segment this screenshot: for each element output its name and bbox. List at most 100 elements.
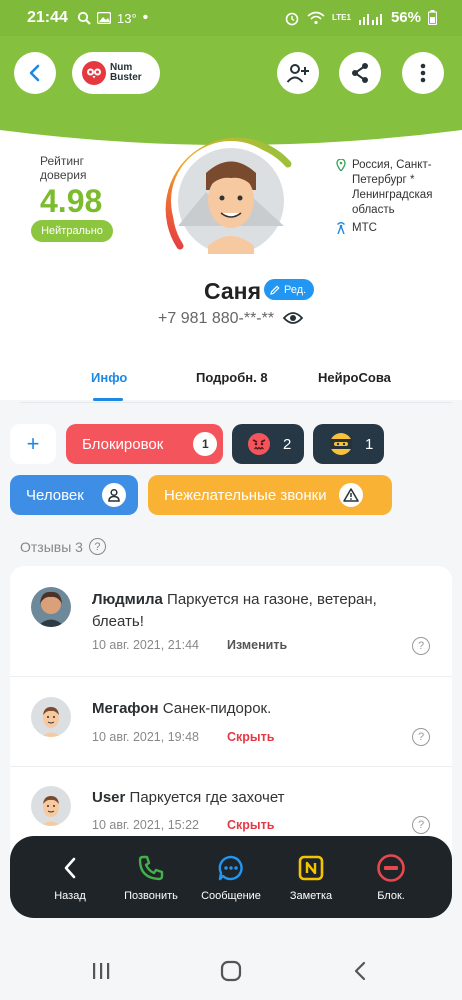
rating-status-badge: Нейтрально <box>31 220 113 242</box>
temperature-text: 13° <box>117 10 137 26</box>
more-menu-button[interactable] <box>402 52 444 94</box>
wifi-icon <box>307 11 325 24</box>
review-edit-button[interactable]: Изменить <box>227 638 287 652</box>
review-author: User <box>92 789 126 806</box>
reviews-list: Людмила Паркуется на газоне, ветеран, бл… <box>10 566 452 866</box>
call-action-label: Позвонить <box>124 890 178 902</box>
blocks-label: Блокировок <box>82 435 164 453</box>
alarm-icon <box>285 12 299 25</box>
review-help-icon[interactable]: ? <box>412 816 430 834</box>
reviews-title: Отзывы 3 ? <box>20 538 106 555</box>
owl-logo-icon <box>82 61 106 85</box>
review-avatar-default <box>31 786 71 826</box>
block-action-label: Блок. <box>377 890 405 902</box>
review-text: Паркуется где захочет <box>129 789 285 806</box>
add-person-icon <box>286 64 309 83</box>
image-icon <box>97 12 111 24</box>
message-action-label: Сообщение <box>201 890 261 902</box>
profile-tabs: Инфо Подробн. 8 НейроСова <box>0 364 462 404</box>
unwanted-calls-chip[interactable]: Нежелательные звонки <box>148 475 392 515</box>
message-action-button[interactable]: Сообщение <box>187 836 275 918</box>
review-author: Мегафон <box>92 700 159 717</box>
network-label: LTE1 <box>332 13 351 22</box>
review-item: Людмила Паркуется на газоне, ветеран, бл… <box>10 566 452 676</box>
review-date: 10 авг. 2021, 15:22 <box>92 818 199 832</box>
phone-icon <box>138 855 164 881</box>
recent-apps-icon[interactable] <box>91 961 111 981</box>
tab-info[interactable]: Инфо <box>91 370 127 385</box>
call-action-button[interactable]: Позвонить <box>107 836 195 918</box>
blocks-chip[interactable]: Блокировок 1 <box>66 424 223 464</box>
tab-neurosova[interactable]: НейроСова <box>318 370 391 385</box>
eye-icon <box>282 312 304 324</box>
note-action-label: Заметка <box>289 890 333 902</box>
operator-text: МТС <box>352 222 377 234</box>
search-icon <box>77 11 91 25</box>
numbuster-logo[interactable]: Num Buster <box>72 52 160 94</box>
antenna-icon <box>337 222 345 234</box>
review-avatar-photo <box>31 587 71 627</box>
bottom-action-bar: Назад Позвонить Сообщение Заметка Блок. <box>10 836 452 918</box>
back-button[interactable] <box>14 52 56 94</box>
share-button[interactable] <box>339 52 381 94</box>
blocks-count: 1 <box>193 432 218 456</box>
review-date: 10 авг. 2021, 21:44 <box>92 638 199 652</box>
ninja-count: 1 <box>365 435 374 453</box>
location-pin-icon <box>336 159 346 171</box>
review-help-icon[interactable]: ? <box>412 637 430 655</box>
location-info: Россия, Санкт-Петербург * Ленинградская … <box>336 158 456 218</box>
rating-label: Рейтинг доверия <box>40 154 87 182</box>
battery-icon <box>428 10 437 25</box>
tab-divider <box>20 402 452 403</box>
tab-details[interactable]: Подробн. 8 <box>196 370 268 385</box>
review-help-icon[interactable]: ? <box>412 728 430 746</box>
review-text: Санек-пидорок. <box>162 700 272 717</box>
back-action-label: Назад <box>54 890 86 902</box>
person-label: Человек <box>26 486 84 504</box>
review-author: Людмила <box>92 591 163 608</box>
operator-info: МТС <box>336 222 377 234</box>
plus-icon: + <box>26 431 40 456</box>
review-avatar-default <box>31 697 71 737</box>
signal-icon <box>358 13 382 25</box>
angry-face-icon <box>248 433 270 455</box>
warning-icon <box>338 483 363 507</box>
angry-reactions-chip[interactable]: 2 <box>232 424 304 464</box>
ninja-reactions-chip[interactable]: 1 <box>313 424 384 464</box>
review-hide-button[interactable]: Скрыть <box>227 818 274 832</box>
add-contact-button[interactable] <box>277 52 319 94</box>
profile-avatar[interactable] <box>158 128 304 274</box>
show-number-button[interactable] <box>282 310 304 331</box>
unwanted-label: Нежелательные звонки <box>164 486 327 504</box>
chevron-left-icon <box>29 64 40 82</box>
note-action-button[interactable]: Заметка <box>267 836 355 918</box>
block-icon <box>377 854 405 882</box>
question-icon[interactable]: ? <box>88 538 106 555</box>
chevron-left-icon <box>64 857 76 879</box>
notification-dot-icon: • <box>142 9 149 26</box>
pencil-icon <box>270 284 280 295</box>
angry-count: 2 <box>283 435 292 453</box>
status-bar: 21:44 13° • LTE1 56% <box>0 0 462 36</box>
share-icon <box>352 63 368 83</box>
back-action-button[interactable]: Назад <box>26 836 114 918</box>
add-tag-button[interactable]: + <box>10 424 56 464</box>
phone-number: +7 981 880-**-** <box>158 310 275 327</box>
home-icon[interactable] <box>220 960 242 982</box>
edit-label: Ред. <box>284 283 307 296</box>
location-text: Россия, Санкт-Петербург * Ленинградская … <box>352 159 433 216</box>
block-action-button[interactable]: Блок. <box>347 836 435 918</box>
edit-name-button[interactable]: Ред. <box>264 279 315 300</box>
ninja-face-icon <box>330 433 352 455</box>
person-icon <box>101 483 126 507</box>
status-time: 21:44 <box>27 9 68 26</box>
review-item: Мегафон Санек-пидорок. 10 авг. 2021, 19:… <box>10 676 452 766</box>
system-nav-bar <box>0 940 462 1000</box>
review-date: 10 авг. 2021, 19:48 <box>92 730 199 744</box>
rating-value: 4.98 <box>40 183 103 219</box>
avatar-rating-ring <box>165 137 292 261</box>
person-type-chip[interactable]: Человек <box>10 475 138 515</box>
system-back-icon[interactable] <box>353 961 367 981</box>
battery-text: 56% <box>390 9 421 26</box>
review-hide-button[interactable]: Скрыть <box>227 730 274 744</box>
